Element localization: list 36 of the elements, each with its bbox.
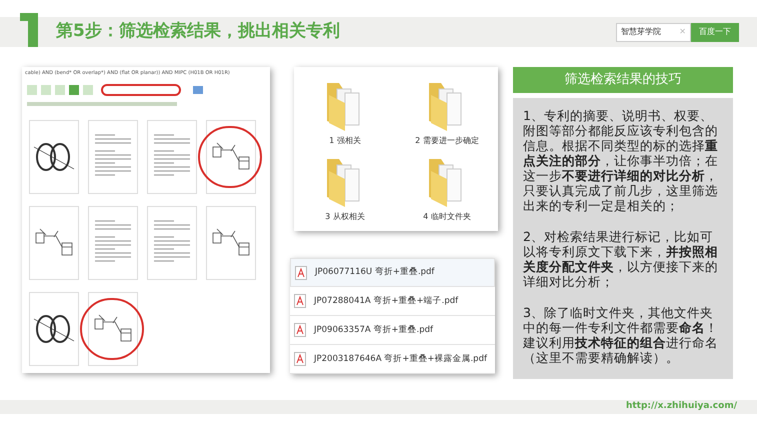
search-field[interactable]: 智慧芽学院 ✕ bbox=[616, 22, 691, 42]
file-row[interactable]: JP2003187646A 弯折+重叠+裸露金属.pdf bbox=[290, 345, 495, 374]
folder-name: 4 临时文件夹 bbox=[423, 211, 471, 223]
tips-title: 筛选检索结果的技巧 bbox=[513, 67, 733, 93]
file-row[interactable]: JP07288041A 弯折+重叠+端子.pdf bbox=[290, 287, 495, 316]
result-thumbnail[interactable] bbox=[88, 206, 138, 280]
result-thumbnail[interactable] bbox=[147, 120, 197, 194]
file-row[interactable]: JP09063357A 弯折+重叠.pdf bbox=[290, 316, 495, 345]
sort-dropdown[interactable] bbox=[101, 84, 181, 96]
result-thumbnail[interactable] bbox=[206, 120, 256, 194]
result-thumbnail[interactable] bbox=[147, 206, 197, 280]
slide-title: 第5步：筛选检索结果，挑出相关专利 bbox=[56, 20, 340, 44]
search-text: 智慧芽学院 bbox=[621, 26, 662, 38]
result-thumbnail[interactable] bbox=[88, 292, 138, 366]
folder-name: 1 强相关 bbox=[329, 135, 361, 147]
folder-name: 3 从权相关 bbox=[325, 211, 365, 223]
tip-paragraph: 1、专利的摘要、说明书、权要、附图等部分都能反应该专利包含的信息。根据不同类型的标的选择重点关注的部分，让你事半功倍；在这一步不要进行详细的对比分析，只要认真完成了前几步，这里筛选出来的专利一定是相关的； bbox=[523, 108, 719, 213]
tip-paragraph: 2、对检索结果进行标记，比如可以将专利原文下载下来，并按照相关度分配文件夹，以方便接下来的详细对比分析； bbox=[523, 229, 719, 289]
toolbar-icon[interactable] bbox=[193, 86, 203, 94]
folder-name: 2 需要进一步确定 bbox=[415, 135, 479, 147]
tip-paragraph: 3、除了临时文件夹，其他文件夹中的每一件专利文件都需要命名！建议利用技术特征的组合进行命名（这里不需要精确解读）。 bbox=[523, 305, 719, 365]
pdf-file-icon bbox=[294, 294, 306, 308]
file-row[interactable]: JP06077116U 弯折+重叠.pdf bbox=[290, 258, 495, 287]
pdf-file-icon bbox=[294, 323, 306, 337]
step-marker-icon bbox=[20, 13, 40, 47]
file-name: JP09063357A 弯折+重叠.pdf bbox=[314, 324, 434, 336]
pdf-file-icon bbox=[294, 352, 306, 366]
result-thumbnail[interactable] bbox=[88, 120, 138, 194]
file-name: JP07288041A 弯折+重叠+端子.pdf bbox=[314, 294, 458, 308]
result-thumbnail[interactable] bbox=[206, 206, 256, 280]
pdf-file-icon bbox=[295, 266, 307, 280]
file-name: JP2003187646A 弯折+重叠+裸露金属.pdf bbox=[314, 352, 487, 366]
file-name: JP06077116U 弯折+重叠.pdf bbox=[315, 266, 434, 279]
result-thumbnail[interactable] bbox=[29, 206, 79, 280]
result-thumbnail[interactable] bbox=[29, 292, 79, 366]
result-thumbnail[interactable] bbox=[29, 120, 79, 194]
